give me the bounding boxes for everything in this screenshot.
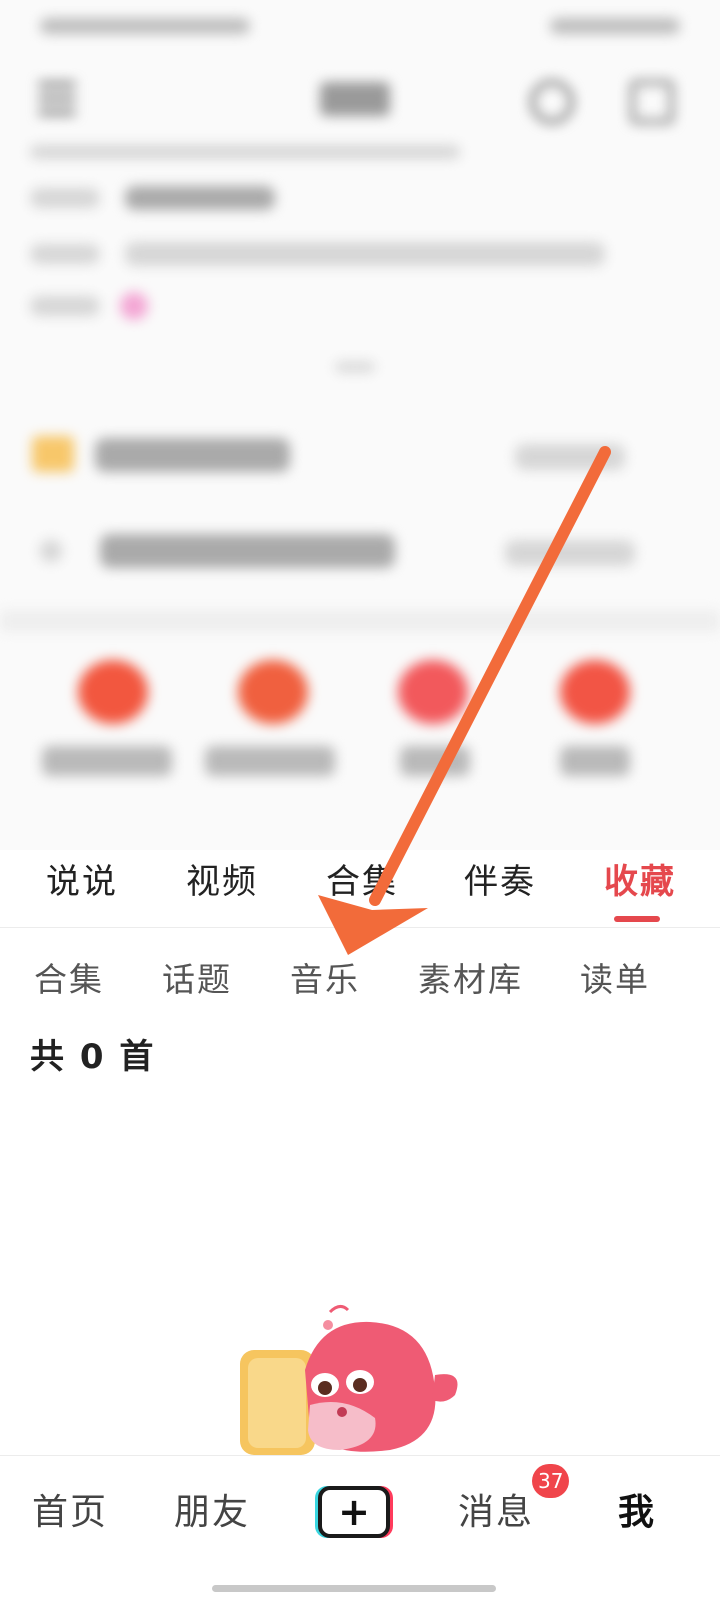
home-indicator[interactable] (212, 1585, 496, 1592)
subtab-reading-list[interactable]: 读单 (580, 958, 650, 1002)
tab-favorites[interactable]: 收藏 (604, 860, 676, 904)
subtab-material-library[interactable]: 素材库 (418, 958, 523, 1002)
nav-messages[interactable]: 消息 (458, 1490, 534, 1536)
status-bar (40, 12, 680, 42)
profile-title-blurred (320, 82, 390, 116)
active-tab-indicator (614, 916, 660, 922)
nav-friends[interactable]: 朋友 (174, 1490, 250, 1536)
tab-accompaniment[interactable]: 伴奏 (464, 860, 536, 904)
profile-header-blurred (0, 0, 720, 850)
sub-tab-bar: 合集 话题 音乐 素材库 读单 (0, 950, 720, 1010)
search-icon[interactable] (530, 80, 574, 124)
subtab-collection-set[interactable]: 合集 (34, 958, 104, 1002)
plus-icon: + (338, 1490, 370, 1534)
song-count: 共 0 首 (30, 1037, 156, 1077)
menu-icon[interactable] (38, 82, 76, 122)
subtab-topics[interactable]: 话题 (162, 958, 232, 1002)
messages-count-badge: 37 (532, 1464, 570, 1498)
tab-shuoshuo[interactable]: 说说 (46, 860, 118, 904)
bottom-nav: 首页 朋友 + 消息 37 我 (0, 1455, 720, 1600)
top-bar (0, 70, 720, 140)
tab-video[interactable]: 视频 (186, 860, 258, 904)
nav-home[interactable]: 首页 (32, 1490, 108, 1536)
main-tab-bar: 说说 视频 合集 伴奏 收藏 (0, 850, 720, 928)
nav-me[interactable]: 我 (618, 1490, 656, 1536)
add-button[interactable]: + (318, 1486, 390, 1538)
subtab-music[interactable]: 音乐 (290, 958, 360, 1002)
mascot-illustration (240, 1305, 458, 1455)
edit-icon[interactable] (630, 80, 674, 124)
tab-collection-set[interactable]: 合集 (326, 860, 398, 904)
